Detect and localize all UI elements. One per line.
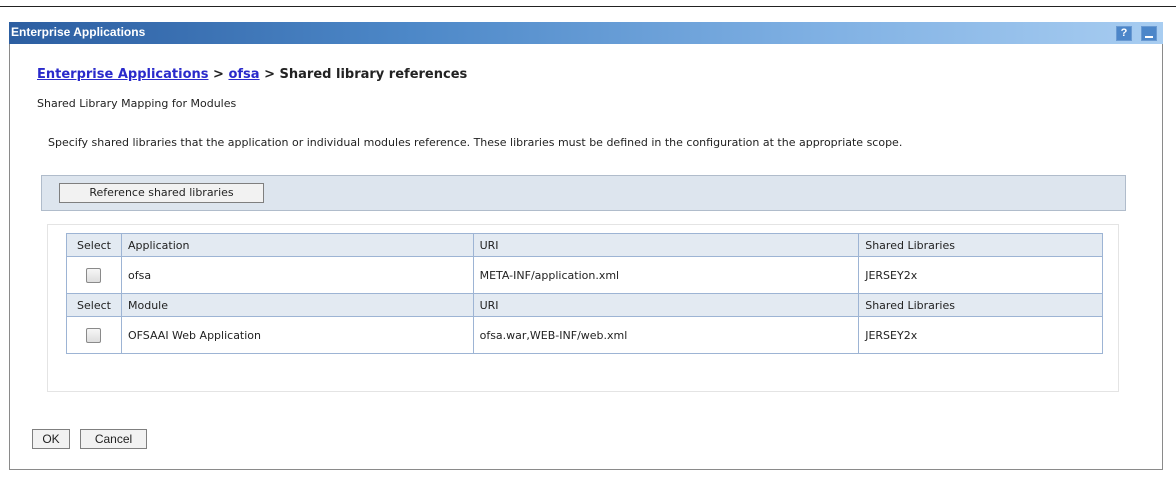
minimize-icon[interactable]: [1141, 26, 1157, 41]
table-header-row: Select Application URI Shared Libraries: [66, 233, 1103, 257]
page-description: Specify shared libraries that the applic…: [48, 136, 903, 149]
column-header-select: Select: [66, 233, 122, 257]
shared-library-table: Select Application URI Shared Libraries …: [66, 233, 1103, 354]
application-name: ofsa: [120, 256, 474, 294]
table-row: OFSAAI Web Application ofsa.war,WEB-INF/…: [66, 316, 1103, 354]
checkbox-icon[interactable]: [86, 267, 102, 283]
column-header-shared-libraries: Shared Libraries: [858, 233, 1103, 257]
portlet-title: Enterprise Applications: [11, 25, 146, 39]
column-header-uri: URI: [472, 233, 860, 257]
module-shared-libraries: JERSEY2x: [858, 316, 1103, 354]
module-uri: ofsa.war,WEB-INF/web.xml: [472, 316, 860, 354]
reference-shared-libraries-button[interactable]: Reference shared libraries: [59, 183, 264, 203]
column-header-shared-libraries: Shared Libraries: [858, 293, 1103, 317]
breadcrumb-link-enterprise-applications[interactable]: Enterprise Applications: [37, 67, 209, 82]
table-row: ofsa META-INF/application.xml JERSEY2x: [66, 256, 1103, 294]
module-name: OFSAAI Web Application: [120, 316, 474, 354]
application-shared-libraries: JERSEY2x: [858, 256, 1103, 294]
cancel-button[interactable]: Cancel: [80, 429, 147, 449]
select-cell: [66, 256, 122, 294]
portlet-titlebar: Enterprise Applications ?: [9, 22, 1163, 44]
page-subtitle: Shared Library Mapping for Modules: [37, 97, 237, 110]
ok-button[interactable]: OK: [32, 429, 70, 449]
column-header-uri: URI: [472, 293, 860, 317]
column-header-select: Select: [66, 293, 122, 317]
breadcrumb-current: Shared library references: [279, 67, 468, 82]
breadcrumb-link-ofsa[interactable]: ofsa: [228, 67, 259, 82]
breadcrumb-separator: >: [213, 67, 224, 82]
column-header-application: Application: [120, 233, 474, 257]
help-icon[interactable]: ?: [1116, 26, 1132, 41]
breadcrumb-separator: >: [264, 67, 276, 82]
breadcrumb: Enterprise Applications > ofsa > Shared …: [37, 67, 467, 82]
select-cell: [66, 316, 122, 354]
table-toolbar: Reference shared libraries: [41, 175, 1126, 211]
top-divider: [0, 6, 1176, 7]
application-uri: META-INF/application.xml: [472, 256, 860, 294]
table-header-row: Select Module URI Shared Libraries: [66, 293, 1103, 317]
checkbox-icon[interactable]: [86, 327, 102, 343]
column-header-module: Module: [120, 293, 474, 317]
